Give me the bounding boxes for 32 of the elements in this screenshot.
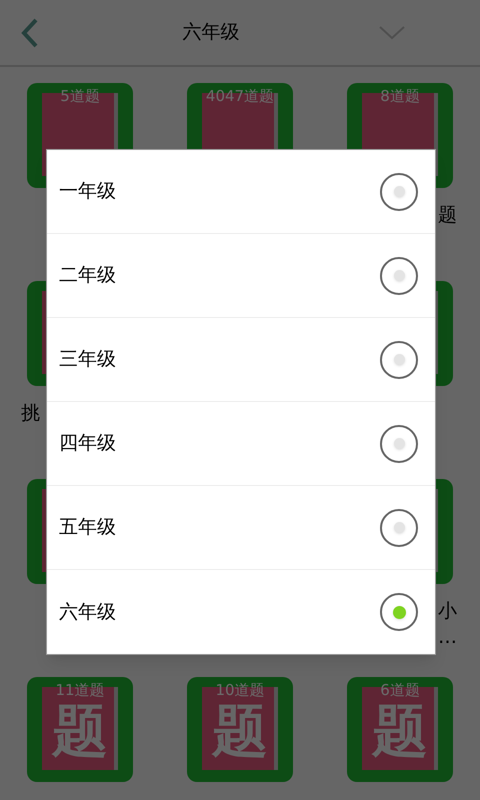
- option-label: 三年级: [59, 347, 116, 372]
- question-glyph: 题: [212, 700, 268, 764]
- question-count: 4047道题: [206, 86, 274, 106]
- radio-button[interactable]: [380, 340, 418, 378]
- question-glyph: 题: [52, 700, 108, 764]
- grade-option[interactable]: 四年级: [47, 402, 435, 486]
- radio-button[interactable]: [380, 256, 418, 294]
- option-label: 五年级: [59, 515, 116, 540]
- question-count: 11道题: [55, 680, 105, 700]
- radio-button[interactable]: [380, 424, 418, 462]
- grade-option[interactable]: 五年级: [47, 486, 435, 570]
- question-count: 8道题: [380, 86, 420, 106]
- radio-button[interactable]: [380, 172, 418, 210]
- question-glyph: 题: [372, 700, 428, 764]
- grade-option[interactable]: 二年级: [47, 234, 435, 318]
- grade-option[interactable]: 一年级: [47, 150, 435, 234]
- tile-label: 挑: [21, 402, 40, 424]
- grade-option[interactable]: 三年级: [47, 318, 435, 402]
- page-title: 六年级: [182, 20, 240, 46]
- back-icon: [20, 18, 40, 48]
- tile-label: 题: [438, 204, 457, 226]
- question-count: 6道题: [380, 680, 420, 700]
- option-label: 六年级: [59, 600, 116, 625]
- grade-option[interactable]: 六年级: [47, 570, 435, 654]
- question-count: 5道题: [60, 86, 100, 106]
- option-label: 二年级: [59, 263, 116, 288]
- radio-button[interactable]: [380, 508, 418, 546]
- tile-label: …: [438, 626, 457, 648]
- tile-label: 小: [438, 600, 457, 622]
- radio-button[interactable]: [380, 593, 418, 631]
- question-count: 10道题: [215, 680, 265, 700]
- option-label: 四年级: [59, 431, 116, 456]
